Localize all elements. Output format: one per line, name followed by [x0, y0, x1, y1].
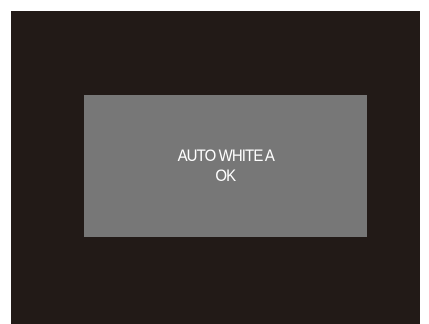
dialog-message-line-2: OK [215, 166, 237, 185]
white-balance-status-dialog: AUTO WHITE A OK [84, 95, 367, 237]
camera-display-screen: AUTO WHITE A OK [11, 11, 420, 324]
dialog-message-line-1: AUTO WHITE A [177, 146, 274, 165]
